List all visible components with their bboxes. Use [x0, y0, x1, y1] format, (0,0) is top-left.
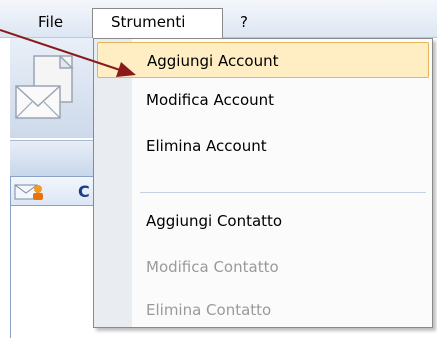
annotation-arrow	[0, 29, 136, 77]
